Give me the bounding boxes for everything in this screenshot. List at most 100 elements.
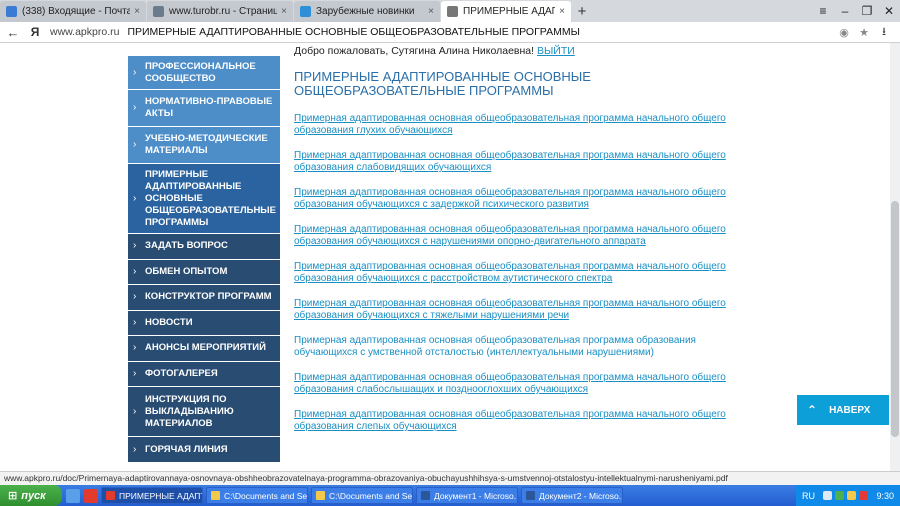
sidebar-item[interactable]: › НОРМАТИВНО-ПРАВОВЫЕ АКТЫ: [128, 90, 280, 127]
program-link[interactable]: Примерная адаптированная основная общеоб…: [294, 372, 764, 396]
taskbar-item-label: ПРИМЕРНЫЕ АДАПТИ...: [119, 490, 202, 501]
page-scrollbar[interactable]: [890, 43, 900, 471]
chevron-right-icon: ›: [133, 405, 137, 417]
program-link-line-2: образования слабовидящих обучающихся: [294, 162, 492, 173]
sidebar-item[interactable]: › КОНСТРУКТОР ПРОГРАММ: [128, 285, 280, 311]
word-icon: [526, 491, 535, 500]
back-arrow-icon[interactable]: ←: [0, 25, 26, 40]
program-link-line-2: образования обучающихся с тяжелыми наруш…: [294, 310, 570, 321]
tab-label: www.turobr.ru - Страница: [169, 6, 278, 17]
close-icon[interactable]: ×: [559, 6, 565, 17]
sidebar-item[interactable]: › ФОТОГАЛЕРЕЯ: [128, 361, 280, 387]
tray-antivirus-icon[interactable]: [835, 491, 844, 500]
sidebar-item[interactable]: › ОБМЕН ОПЫТОМ: [128, 259, 280, 285]
taskbar-item[interactable]: Документ2 - Microso...: [521, 487, 623, 504]
start-button[interactable]: ⊞ пуск: [0, 485, 62, 506]
program-link[interactable]: Примерная адаптированная основная общеоб…: [294, 113, 764, 137]
language-indicator[interactable]: RU: [802, 491, 815, 501]
program-link[interactable]: Примерная адаптированная основная общеоб…: [294, 187, 764, 211]
taskbar-item[interactable]: C:\Documents and Se...: [206, 487, 308, 504]
bookmark-star-icon[interactable]: ★: [854, 26, 874, 39]
arrow-up-icon: ⌃: [807, 403, 818, 417]
taskbar-item[interactable]: C:\Documents and Se...: [311, 487, 413, 504]
tray-alert-icon[interactable]: [859, 491, 868, 500]
program-link[interactable]: Примерная адаптированная основная общеоб…: [294, 298, 764, 322]
welcome-text: Добро пожаловать, Сутягина Алина Николае…: [294, 45, 535, 57]
browser-tab[interactable]: (338) Входящие - Почта Ма×: [0, 1, 146, 22]
browser-tab[interactable]: Зарубежные новинки ×: [294, 1, 440, 22]
address-page-title: ПРИМЕРНЫЕ АДАПТИРОВАННЫЕ ОСНОВНЫЕ ОБЩЕОБ…: [127, 26, 580, 38]
taskbar-item-label: Документ1 - Microso...: [434, 490, 518, 501]
logout-link[interactable]: ВЫЙТИ: [537, 45, 575, 57]
tray-network-icon[interactable]: [823, 491, 832, 500]
program-link[interactable]: Примерная адаптированная основная общеоб…: [294, 261, 764, 285]
sidebar-item-label: ИНСТРУКЦИЯ ПО ВЫКЛАДЫВАНИЮ МАТЕРИАЛОВ: [145, 393, 234, 429]
omnibox[interactable]: www.apkpro.ru ПРИМЕРНЫЕ АДАПТИРОВАННЫЕ О…: [50, 24, 834, 41]
back-to-top-label: НАВЕРХ: [829, 404, 871, 416]
sidebar-item-label: НОРМАТИВНО-ПРАВОВЫЕ АКТЫ: [145, 96, 273, 119]
page-title: ПРИМЕРНЫЕ АДАПТИРОВАННЫЕ ОСНОВНЫЕ ОБЩЕОБ…: [294, 70, 764, 98]
window-close-icon[interactable]: ✕: [878, 0, 900, 22]
sidebar-item[interactable]: › НОВОСТИ: [128, 310, 280, 336]
sidebar-item[interactable]: › ПРОФЕССИОНАЛЬНОЕ СООБЩЕСТВО: [128, 56, 280, 90]
program-link-line-1: Примерная адаптированная основная общеоб…: [294, 150, 726, 161]
sidebar-item[interactable]: › ГОРЯЧАЯ ЛИНИЯ: [128, 437, 280, 463]
sidebar-item-label: ОБМЕН ОПЫТОМ: [145, 265, 228, 277]
sidebar-item-label: ФОТОГАЛЕРЕЯ: [145, 367, 218, 379]
clock: 9:30: [876, 490, 894, 501]
quicklaunch-desktop-icon[interactable]: [66, 488, 80, 503]
sidebar-item-label: НОВОСТИ: [145, 316, 193, 328]
minimize-icon[interactable]: –: [834, 0, 856, 22]
downloads-icon[interactable]: ⭳: [874, 23, 894, 42]
folder-icon: [211, 491, 220, 500]
menu-icon[interactable]: ≡: [812, 0, 834, 22]
program-link-line-1: Примерная адаптированная основная общеоб…: [294, 224, 726, 235]
program-link-line-1: Примерная адаптированная основная общеоб…: [294, 113, 726, 124]
close-icon[interactable]: ×: [428, 6, 434, 17]
sidebar-item[interactable]: › АНОНСЫ МЕРОПРИЯТИЙ: [128, 336, 280, 362]
quicklaunch-browser-icon[interactable]: [84, 488, 98, 503]
browser-tab[interactable]: ПРИМЕРНЫЕ АДАПТИРОВАН ×: [441, 1, 571, 22]
scrollbar-thumb[interactable]: [891, 201, 899, 437]
welcome-message: Добро пожаловать, Сутягина Алина Николае…: [294, 45, 575, 57]
chevron-right-icon: ›: [133, 443, 137, 455]
sidebar-item-label: КОНСТРУКТОР ПРОГРАММ: [145, 291, 272, 303]
sidebar-item[interactable]: › ЗАДАТЬ ВОПРОС: [128, 234, 280, 260]
program-link-line-2: образования глухих обучающихся: [294, 125, 453, 136]
windows-flag-icon: ⊞: [8, 490, 18, 502]
program-list: Примерная адаптированная основная общеоб…: [294, 113, 764, 433]
sidebar-item[interactable]: › ИНСТРУКЦИЯ ПО ВЫКЛАДЫВАНИЮ МАТЕРИАЛОВ: [128, 387, 280, 437]
taskbar-item-label: C:\Documents and Se...: [329, 490, 413, 501]
sidebar-item-label: ПРОФЕССИОНАЛЬНОЕ СООБЩЕСТВО: [145, 60, 256, 84]
tray-volume-icon[interactable]: [847, 491, 856, 500]
chevron-right-icon: ›: [133, 342, 137, 354]
chevron-right-icon: ›: [133, 66, 137, 78]
new-tab-icon[interactable]: +: [572, 1, 592, 22]
tab-label: ПРИМЕРНЫЕ АДАПТИРОВАН: [463, 6, 555, 17]
close-icon[interactable]: ×: [134, 6, 140, 17]
program-link[interactable]: Примерная адаптированная основная общеоб…: [294, 224, 764, 248]
page-title-line-1: ПРИМЕРНЫЕ АДАПТИРОВАННЫЕ ОСНОВНЫЕ: [294, 69, 591, 84]
program-link-line-2: образования слабослышащих и позднооглохш…: [294, 384, 589, 395]
address-domain: www.apkpro.ru: [50, 26, 120, 38]
mail-icon: [6, 6, 17, 17]
taskbar-item[interactable]: ПРИМЕРНЫЕ АДАПТИ...: [101, 487, 203, 504]
main-content: ПРИМЕРНЫЕ АДАПТИРОВАННЫЕ ОСНОВНЫЕ ОБЩЕОБ…: [294, 70, 764, 446]
close-icon[interactable]: ×: [281, 6, 287, 17]
protect-icon[interactable]: ◉: [834, 26, 854, 39]
taskbar-item-label: Документ2 - Microso...: [539, 490, 623, 501]
sidebar-item[interactable]: › УЧЕБНО-МЕТОДИЧЕСКИЕ МАТЕРИАЛЫ: [128, 127, 280, 164]
yandex-logo-icon[interactable]: Я: [26, 25, 44, 39]
program-link-line-1: Примерная адаптированная основная общеоб…: [294, 372, 726, 383]
taskbar-item[interactable]: Документ1 - Microso...: [416, 487, 518, 504]
program-link[interactable]: Примерная адаптированная основная общеоб…: [294, 409, 764, 433]
window-controls: ≡ – ❐ ✕: [812, 0, 900, 22]
program-link[interactable]: Примерная адаптированная основная общеоб…: [294, 335, 764, 359]
restore-icon[interactable]: ❐: [856, 0, 878, 22]
sidebar-item[interactable]: › ПРИМЕРНЫЕ АДАПТИРОВАННЫЕ ОСНОВНЫЕ ОБЩЕО…: [128, 164, 280, 234]
browser-tab[interactable]: www.turobr.ru - Страница ×: [147, 1, 293, 22]
program-link-line-1: Примерная адаптированная основная общеоб…: [294, 409, 726, 420]
back-to-top-button[interactable]: ⌃ НАВЕРХ: [797, 395, 889, 425]
status-bar-url: www.apkpro.ru/doc/Primernaya-adaptirovan…: [0, 471, 900, 485]
program-link[interactable]: Примерная адаптированная основная общеоб…: [294, 150, 764, 174]
